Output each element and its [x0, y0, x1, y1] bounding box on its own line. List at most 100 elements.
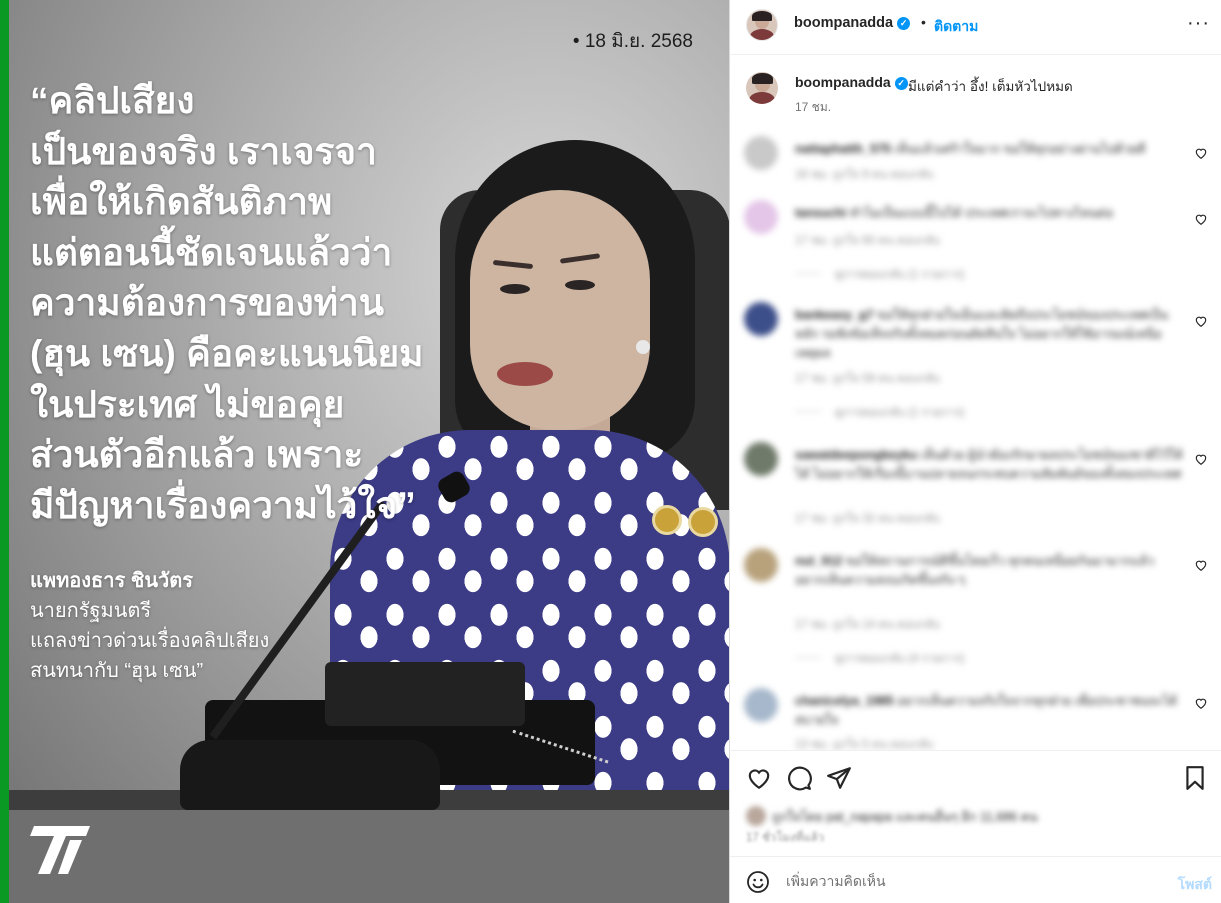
- comment-meta[interactable]: 16 ชม. ถูกใจ 9 คน ตอบกลับ: [795, 166, 934, 184]
- commenter-avatar[interactable]: [744, 302, 778, 336]
- tablet-device: [325, 662, 525, 726]
- follow-button[interactable]: ติดตาม: [934, 16, 978, 38]
- comment-body: chanicelya_1985 อยากเห็นความจริงใจจากทุก…: [795, 692, 1185, 730]
- comment-icon[interactable]: [786, 765, 812, 791]
- view-replies-link[interactable]: ดูการตอบกลับ (4 รายการ): [795, 650, 964, 668]
- post-caption: boompanadda ✓ มีแต่คำว่า อึ้ง! เต็มหัวไปห…: [730, 66, 1221, 126]
- comments-list[interactable]: nattaphatth_575 เห็นแล้วเศร้าใจมาก ขอให้…: [730, 130, 1221, 750]
- commenter-avatar[interactable]: [744, 200, 778, 234]
- caption-username-wrap[interactable]: boompanadda ✓: [795, 74, 908, 90]
- speaker-name: แพทองธาร ชินวัตร: [30, 570, 193, 592]
- quote-line: ความต้องการของท่าน: [30, 282, 385, 324]
- avatar-hair: [751, 73, 773, 85]
- avatar-torso: [749, 91, 775, 104]
- post-actions: ถูกใจโดย pat_napapa และคนอื่นๆ อีก 11,68…: [730, 750, 1221, 856]
- commenter-avatar[interactable]: [744, 688, 778, 722]
- comment-username[interactable]: nattaphatth_575: [795, 142, 891, 156]
- view-replies-link[interactable]: ดูการตอบกลับ (1 รายการ): [795, 404, 964, 422]
- verified-icon: ✓: [897, 17, 911, 30]
- publisher-logo-icon: [30, 826, 90, 874]
- avatar[interactable]: [746, 72, 778, 104]
- emoji-icon[interactable]: [746, 870, 770, 894]
- comment-body: nattaphatth_575 เห็นแล้วเศร้าใจมาก ขอให้…: [795, 140, 1185, 159]
- eye-left: [500, 284, 530, 294]
- quote-line: เป็นของจริง เราเจรจา: [30, 130, 377, 172]
- microphone-base: [180, 740, 440, 810]
- likes-text[interactable]: ถูกใจโดย pat_napapa และคนอื่นๆ อีก 11,68…: [772, 810, 1038, 824]
- quote-line: “คลิปเสียง: [30, 80, 195, 121]
- person-face: [470, 190, 650, 430]
- like-comment-heart-icon[interactable]: [1194, 452, 1208, 466]
- verified-icon: ✓: [894, 77, 908, 90]
- like-comment-heart-icon[interactable]: [1194, 696, 1208, 710]
- quote-line: แต่ตอนนี้ชัดเจนแล้วว่า: [30, 231, 393, 273]
- heart-icon[interactable]: [746, 765, 772, 791]
- quote-line: (ฮุน เซน) คือคะแนนนิยม: [30, 332, 424, 374]
- bookmark-icon[interactable]: [1182, 765, 1208, 791]
- caption-username[interactable]: boompanadda: [795, 74, 891, 90]
- brand-accent-bar: [0, 0, 9, 903]
- comment-meta[interactable]: 17 ชม. ถูกใจ 32 คน ตอบกลับ: [795, 510, 940, 528]
- eye-right: [565, 280, 595, 290]
- commenter-avatar[interactable]: [744, 136, 778, 170]
- post-comment-button[interactable]: โพสต์: [1178, 874, 1212, 896]
- quote-line: ในประเทศ ไม่ขอคุย: [30, 383, 345, 425]
- desk: [9, 810, 729, 903]
- liker-avatar: [746, 806, 766, 826]
- quote-line: มีปัญหาเรื่องความไว้ใจ”: [30, 484, 416, 526]
- instagram-post-modal: • 18 มิ.ย. 2568 “คลิปเสียง เป็นของจริง เ…: [0, 0, 1221, 903]
- comment-username[interactable]: sawatdeepongkeyku: [795, 448, 917, 462]
- post-header: boompanadda ✓ • ติดตาม ···: [730, 0, 1221, 55]
- quote-line: เพื่อให้เกิดสันติภาพ: [30, 181, 333, 223]
- comment-text: ทำไมเป็นแบบนี้ไปได้ ประเทศเราจะไปทางไหนต…: [849, 206, 1114, 220]
- speaker-context: สนทนากับ “ฮุน เซน”: [30, 660, 204, 682]
- caption-time[interactable]: 17 ชม.: [795, 98, 831, 117]
- comment-body: tansuchi ทำไมเป็นแบบนี้ไปได้ ประเทศเราจะ…: [795, 204, 1185, 223]
- post-sidebar: boompanadda ✓ • ติดตาม ··· boompanadda ✓ ม…: [729, 0, 1221, 903]
- post-image: • 18 มิ.ย. 2568 “คลิปเสียง เป็นของจริง เ…: [0, 0, 729, 903]
- comment-meta[interactable]: 13 ชม. ถูกใจ 5 คน ตอบกลับ: [795, 736, 934, 750]
- commenter-avatar[interactable]: [744, 442, 778, 476]
- comment-username[interactable]: bankeasy_g7: [795, 308, 874, 322]
- comment-meta[interactable]: 17 ชม. ถูกใจ 60 คน ตอบกลับ: [795, 232, 940, 250]
- comment-text: เห็นแล้วเศร้าใจมาก ขอให้ทุกอย่างผ่านไปด้…: [894, 142, 1146, 156]
- share-icon[interactable]: [826, 765, 852, 791]
- speaker-context: แถลงข่าวด่วนเรื่องคลิปเสียง: [30, 630, 270, 652]
- comment-username[interactable]: tansuchi: [795, 206, 846, 220]
- comment-body: bankeasy_g7 ขอให้ทุกฝ่ายใจเย็นและคิดถึงป…: [795, 306, 1185, 363]
- quote-line: ส่วนตัวอีกแล้ว เพราะ: [30, 434, 364, 476]
- earring: [636, 340, 650, 354]
- like-comment-heart-icon[interactable]: [1194, 558, 1208, 572]
- comment-username[interactable]: chanicelya_1985: [795, 694, 894, 708]
- header-username[interactable]: boompanadda: [794, 15, 893, 31]
- likes-summary[interactable]: ถูกใจโดย pat_napapa และคนอื่นๆ อีก 11,68…: [746, 806, 1038, 827]
- like-comment-heart-icon[interactable]: [1194, 314, 1208, 328]
- more-icon[interactable]: ···: [1187, 12, 1210, 35]
- like-comment-heart-icon[interactable]: [1194, 212, 1208, 226]
- post-timestamp: 17 ชั่วโมงที่แล้ว: [746, 832, 825, 844]
- commenter-avatar[interactable]: [744, 548, 778, 582]
- comment-meta[interactable]: 17 ชม. ถูกใจ 59 คน ตอบกลับ: [795, 370, 940, 388]
- add-comment-bar: โพสต์: [730, 856, 1221, 903]
- speaker-credit: แพทองธาร ชินวัตร นายกรัฐมนตรี แถลงข่าวด่…: [30, 566, 269, 686]
- header-username-wrap[interactable]: boompanadda ✓: [794, 15, 911, 31]
- person-lips: [497, 362, 553, 386]
- like-comment-heart-icon[interactable]: [1194, 146, 1208, 160]
- view-replies-link[interactable]: ดูการตอบกลับ (1 รายการ): [795, 266, 964, 284]
- comment-text: ขอให้สถานการณ์ดีขึ้นโดยเร็ว ทุกคนเหนื่อย…: [795, 554, 1155, 587]
- avatar-torso: [750, 28, 774, 40]
- comment-input[interactable]: [786, 871, 1146, 891]
- brooch-left: [652, 505, 682, 535]
- header-separator: •: [921, 14, 926, 30]
- brooch-right: [688, 507, 718, 537]
- comment-username[interactable]: nut_912: [795, 554, 842, 568]
- caption-text: มีแต่คำว่า อึ้ง! เต็มหัวไปหมด: [908, 79, 1073, 94]
- quote-text: “คลิปเสียง เป็นของจริง เราเจรจา เพื่อให้…: [30, 76, 470, 531]
- speaker-title: นายกรัฐมนตรี: [30, 600, 152, 622]
- avatar-hair: [752, 11, 773, 22]
- comment-meta[interactable]: 17 ชม. ถูกใจ 14 คน ตอบกลับ: [795, 616, 940, 634]
- post-date: • 18 มิ.ย. 2568: [572, 31, 693, 52]
- avatar[interactable]: [746, 9, 778, 41]
- comment-body: nut_912 ขอให้สถานการณ์ดีขึ้นโดยเร็ว ทุกค…: [795, 552, 1185, 590]
- comment-body: sawatdeepongkeyku เห็นด้วย ผู้นำต้องรักษ…: [795, 446, 1185, 484]
